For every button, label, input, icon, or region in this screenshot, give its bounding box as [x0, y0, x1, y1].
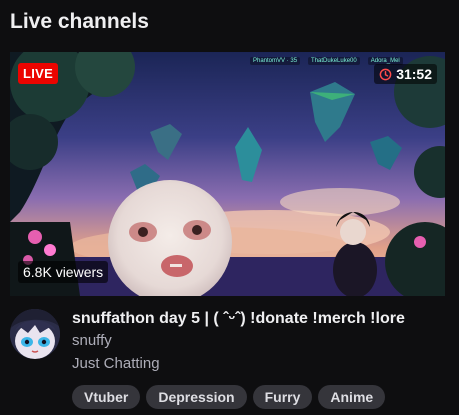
live-badge: LIVE	[18, 63, 59, 84]
stream-title[interactable]: snuffathon day 5 | ( ˆᵕˆ) !donate !merch…	[72, 309, 445, 329]
tag-vtuber[interactable]: Vtuber	[72, 385, 141, 409]
stream-meta: snuffathon day 5 | ( ˆᵕˆ) !donate !merch…	[72, 309, 452, 373]
thumbnail-scene	[10, 52, 445, 296]
viewer-count: 6.8K viewers	[18, 261, 109, 283]
overlay-label: ThatDukeLuke00	[308, 57, 360, 65]
channel-name[interactable]: snuffy	[72, 332, 452, 350]
category-link[interactable]: Just Chatting	[72, 355, 452, 373]
tag-anime[interactable]: Anime	[318, 385, 386, 409]
overlay-label: PhantomVV · 35	[250, 57, 301, 65]
section-title: Live channels	[10, 10, 149, 33]
avatar-image	[10, 309, 60, 359]
stream-thumbnail[interactable]: PhantomVV · 35 ThatDukeLuke00 Adora_Mel …	[10, 52, 445, 296]
tag-depression[interactable]: Depression	[146, 385, 247, 409]
tag-furry[interactable]: Furry	[252, 385, 313, 409]
channel-avatar[interactable]	[10, 309, 60, 359]
uptime-text: 31:52	[396, 66, 432, 82]
clock-icon	[379, 68, 392, 80]
uptime-badge: 31:52	[374, 64, 437, 84]
tag-list: Vtuber Depression Furry Anime	[72, 385, 386, 409]
